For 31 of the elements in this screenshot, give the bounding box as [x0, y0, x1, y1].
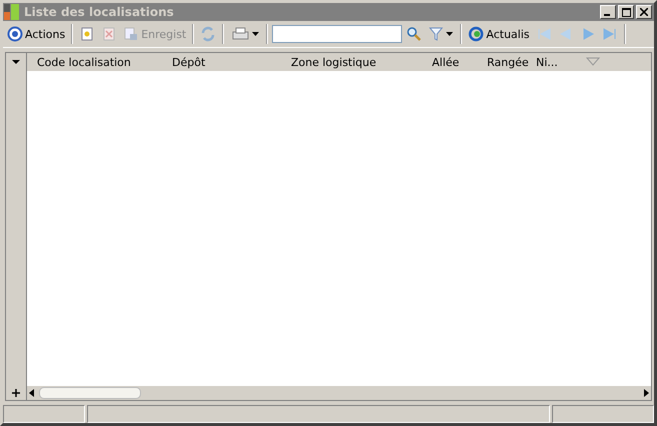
actions-button[interactable]: Actions [5, 23, 68, 45]
filter-icon [428, 26, 444, 42]
save-icon [123, 26, 140, 42]
delete-icon [101, 26, 118, 42]
search-icon [406, 26, 422, 42]
app-icon [3, 4, 21, 20]
new-document-icon [79, 26, 96, 42]
plus-icon[interactable] [12, 386, 20, 400]
close-icon [640, 8, 648, 16]
triangle-icon [558, 26, 574, 42]
triangle-icon [536, 26, 552, 42]
column-header[interactable]: Dépôt [162, 56, 281, 68]
scroll-thumb[interactable] [39, 387, 141, 399]
close-button[interactable] [636, 5, 652, 19]
filter-icon[interactable] [586, 57, 600, 67]
column-header[interactable]: Code localisation [27, 56, 162, 68]
column-header[interactable]: Rangée [477, 56, 526, 68]
maximize-button[interactable] [618, 5, 634, 19]
window-title: Liste des localisations [24, 5, 175, 19]
column-header[interactable]: Allée [422, 56, 477, 68]
minimize-button[interactable] [600, 5, 616, 19]
printer-icon [230, 26, 250, 42]
left-arrow-icon[interactable] [27, 387, 37, 399]
column-header[interactable]: Zone logistique [281, 56, 422, 68]
triangle-icon [602, 26, 618, 42]
right-arrow-icon[interactable] [641, 387, 651, 399]
search-field[interactable] [272, 25, 402, 43]
maximize-icon [622, 8, 630, 16]
horizontal-scrollbar[interactable] [27, 386, 651, 400]
circle-icon [7, 26, 23, 42]
update-button[interactable]: Actualis [466, 23, 532, 45]
